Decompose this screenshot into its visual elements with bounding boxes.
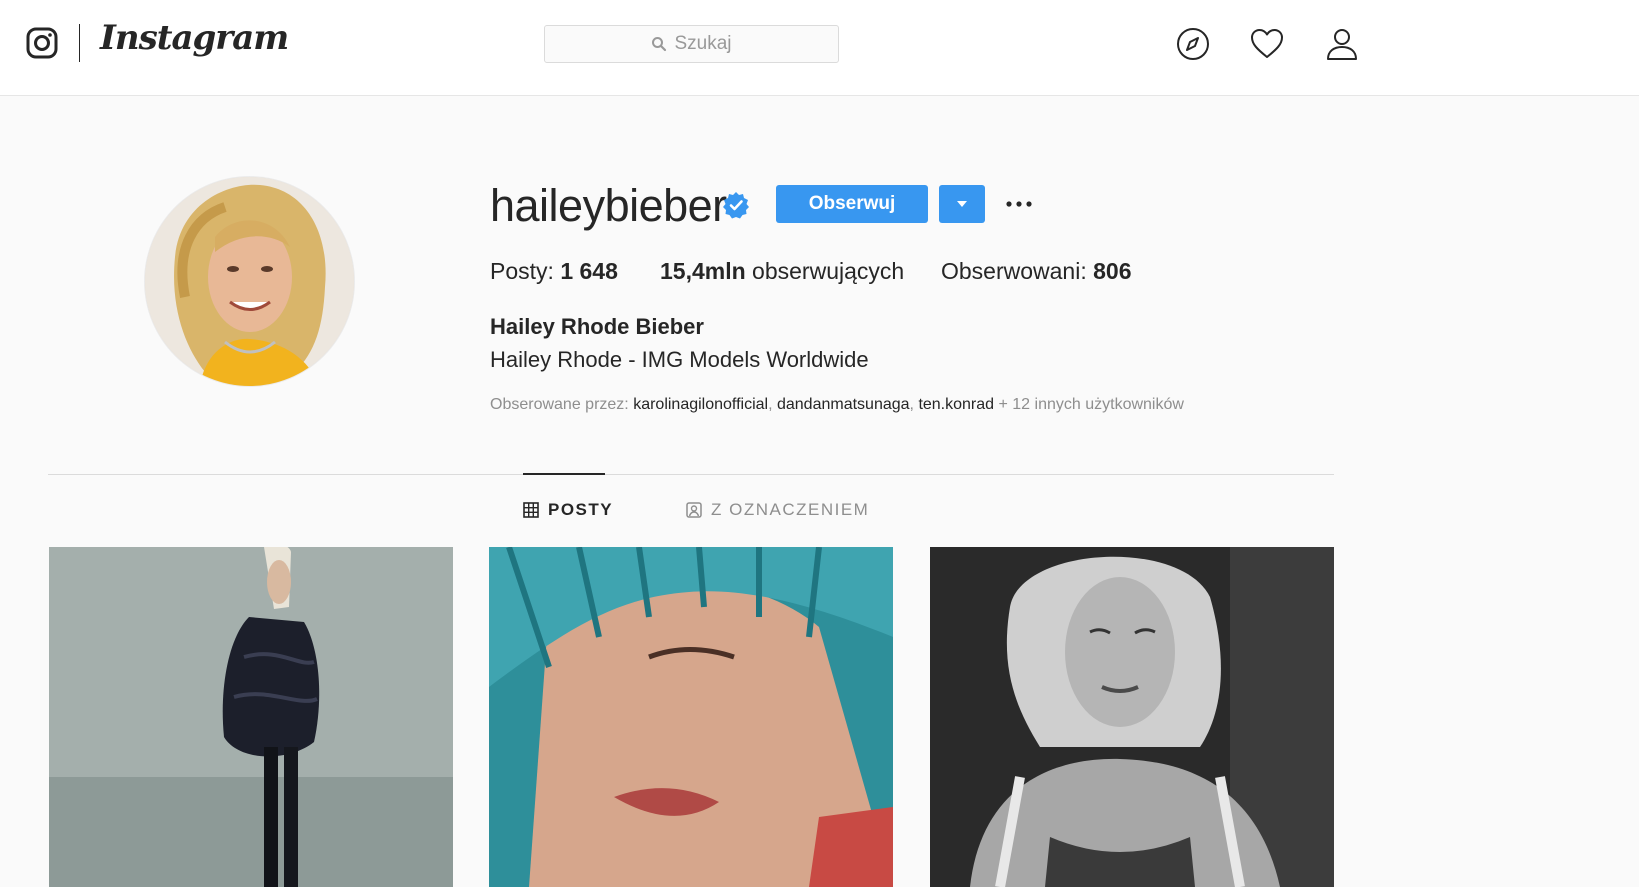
stat-posts: Posty: 1 648 [490,258,618,285]
avatar[interactable] [145,177,354,386]
posts-label: Posty: [490,258,561,284]
followed-by-separator: , [768,396,777,413]
search-placeholder: Szukaj [674,33,732,54]
followed-by-account[interactable]: ten.konrad [918,396,994,413]
post-image [49,547,453,887]
posts-count: 1 648 [560,258,618,284]
verified-badge-icon [723,192,749,219]
following-label: Obserwowani: [941,258,1094,284]
post-thumbnail[interactable] [489,547,893,887]
profile-bio: Hailey Rhode - IMG Models Worldwide [490,347,869,372]
tab-posts[interactable]: POSTY [523,500,613,520]
top-navigation: Instagram Szukaj [0,0,1639,96]
stat-following[interactable]: Obserwowani: 806 [941,258,1132,285]
instagram-wordmark[interactable]: Instagram [100,18,289,58]
caret-down-icon [957,201,967,207]
profile-username: haileybieber [490,180,727,231]
search-icon [652,37,667,52]
tab-tagged-label: Z OZNACZENIEM [711,500,870,519]
profile-full-name: Hailey Rhode Bieber [490,314,704,339]
followed-by-more[interactable]: + 12 innych użytkowników [994,396,1183,413]
profile-icon[interactable] [1324,26,1360,62]
followed-by-account[interactable]: karolinagilonofficial [633,396,768,413]
follow-button[interactable]: Obserwuj [776,185,928,223]
suggestions-dropdown-button[interactable] [939,185,985,223]
followers-label: obserwujących [745,258,905,284]
post-image [489,547,893,887]
followed-by: Obserowane przez: karolinagilonofficial,… [490,396,1184,414]
avatar-portrait [145,177,354,386]
post-image [930,547,1334,887]
followers-count: 15,4mln [660,258,746,284]
heart-icon[interactable] [1249,26,1285,62]
post-thumbnail[interactable] [49,547,453,887]
active-tab-indicator [523,473,605,475]
more-dots-icon[interactable] [1004,194,1034,214]
tabs-divider [48,474,1334,475]
search-input[interactable]: Szukaj [544,25,839,63]
compass-icon[interactable] [1175,26,1211,62]
following-count: 806 [1093,258,1132,284]
tab-tagged[interactable]: Z OZNACZENIEM [686,500,869,520]
brand-divider [79,24,80,62]
followed-by-prefix: Obserowane przez: [490,396,634,413]
instagram-glyph-icon[interactable] [26,27,58,59]
stat-followers[interactable]: 15,4mln obserwujących [660,258,904,285]
tagged-icon [686,502,702,518]
followed-by-account[interactable]: dandanmatsunaga [777,396,910,413]
post-thumbnail[interactable] [930,547,1334,887]
tab-posts-label: POSTY [548,500,614,519]
grid-icon [523,502,539,518]
